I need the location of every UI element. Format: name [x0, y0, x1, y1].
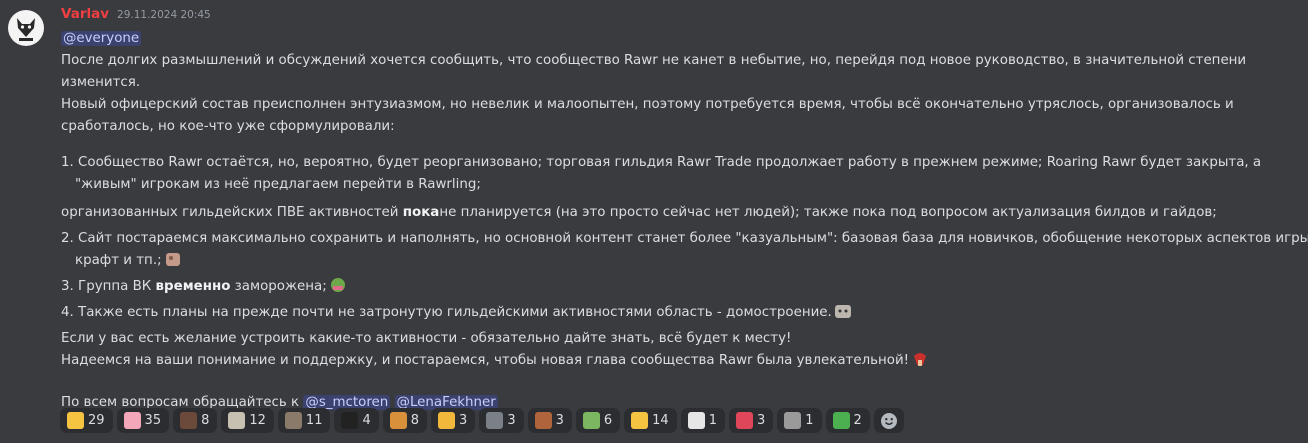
reaction-button[interactable]: 8: [173, 408, 218, 433]
reaction-button[interactable]: 2: [825, 408, 870, 433]
reaction-button[interactable]: 1: [680, 408, 725, 433]
reaction-button[interactable]: 35: [116, 408, 170, 433]
list-item-cont: "живым" игрокам из неё предлагаем перейт…: [75, 177, 481, 192]
reaction-count: 2: [853, 413, 862, 428]
game-icon: [389, 412, 407, 429]
reaction-count: 29: [88, 413, 105, 428]
paragraph: Если у вас есть желание устроить какие-т…: [61, 331, 792, 346]
custom-emoji-icon[interactable]: [911, 350, 929, 368]
party-popper-icon: [735, 412, 753, 429]
reactions-bar: 29 35 8 12 11 4 8 3 3 3 6 14 1 3 1 2: [60, 408, 904, 433]
paragraph: После долгих размышлений и обсуждений хо…: [61, 53, 1247, 68]
reaction-count: 3: [507, 413, 516, 428]
reaction-button[interactable]: 11: [277, 408, 331, 433]
paragraph: Новый офицерский состав преисполнен энту…: [61, 97, 1234, 112]
reaction-button[interactable]: 3: [728, 408, 774, 433]
author-avatar[interactable]: [8, 10, 44, 46]
anime-girl-icon: [180, 412, 198, 429]
custom-emoji-icon[interactable]: [164, 250, 182, 268]
smiley-icon: [880, 412, 897, 429]
reaction-button[interactable]: 12: [221, 408, 274, 433]
list-item: 1. Сообщество Rawr остаётся, но, вероятн…: [61, 155, 1262, 170]
paragraph: изменится.: [61, 75, 141, 90]
heart-icon: [123, 412, 141, 429]
bold-text: пока: [402, 205, 440, 220]
bold-text: временно: [155, 279, 231, 294]
custom-emoji-icon[interactable]: [834, 302, 852, 320]
cat-face-icon: [438, 412, 456, 429]
list-item: 3. Группа ВК временно заморожена;: [61, 276, 1301, 302]
black-cat-icon: [341, 412, 359, 429]
reaction-count: 4: [362, 413, 371, 428]
reaction-button[interactable]: 1: [777, 408, 822, 433]
thumbs-up-icon: [631, 412, 649, 429]
cat-icon: [228, 412, 246, 429]
reaction-button[interactable]: 6: [575, 408, 621, 433]
list-item-cont: крафт и тп.;: [61, 250, 1301, 276]
face-icon: [534, 412, 552, 429]
list-item-cont: организованных гильдейских ПВЕ активност…: [61, 202, 1301, 224]
figure-icon: [784, 412, 802, 429]
author-name[interactable]: Varlav: [61, 6, 109, 22]
reaction-button[interactable]: 3: [431, 408, 476, 433]
reaction-count: 3: [555, 413, 564, 428]
custom-emoji-icon[interactable]: [329, 276, 347, 294]
text-span: 3. Группа ВК: [61, 279, 156, 294]
text-span: не планируется (на это просто сейчас нет…: [439, 205, 1217, 220]
reaction-count: 6: [603, 413, 613, 428]
message-header: Varlav 29.11.2024 20:45: [61, 6, 1301, 28]
timestamp[interactable]: 29.11.2024 20:45: [117, 9, 211, 21]
list-item: 4. Также есть планы на прежде почти не з…: [61, 302, 1301, 328]
message: Varlav 29.11.2024 20:45 @everyone После …: [61, 6, 1308, 414]
reaction-count: 1: [708, 413, 717, 428]
reaction-button[interactable]: 14: [624, 408, 677, 433]
reaction-count: 8: [410, 413, 420, 428]
reaction-count: 14: [652, 413, 669, 428]
reaction-button[interactable]: 8: [382, 408, 428, 433]
text-span: организованных гильдейских ПВЕ активност…: [61, 205, 403, 220]
reaction-button[interactable]: 3: [527, 408, 572, 433]
text-span: 4. Также есть планы на прежде почти не з…: [61, 305, 832, 320]
wolf-logo-icon: [9, 11, 43, 45]
cat-photo-icon: [284, 412, 302, 429]
check-mark-icon: [832, 412, 850, 429]
paragraph: сработалось, но кое-что уже сформулирова…: [61, 119, 395, 134]
reaction-button[interactable]: 29: [60, 408, 113, 433]
message-body: @everyone После долгих размышлений и обс…: [61, 28, 1308, 414]
add-reaction-button[interactable]: [873, 408, 904, 433]
reaction-button[interactable]: 3: [479, 408, 524, 433]
reaction-count: 8: [201, 413, 210, 428]
reaction-count: 3: [459, 413, 468, 428]
house-icon: [582, 412, 600, 429]
reaction-count: 1: [805, 413, 814, 428]
sparkles-icon: [67, 412, 84, 429]
reaction-count: 35: [144, 413, 162, 428]
photo-icon: [486, 412, 504, 429]
text-span: Надеемся на ваши понимание и поддержку, …: [61, 353, 910, 368]
reaction-button[interactable]: 4: [334, 408, 379, 433]
paragraph: Надеемся на ваши понимание и поддержку, …: [61, 350, 1301, 376]
list-item: 2. Сайт постараемся максимально сохранит…: [61, 231, 1308, 246]
reaction-count: 11: [305, 413, 323, 428]
reaction-count: 3: [756, 413, 766, 428]
rabbit-icon: [687, 412, 705, 429]
text-span: заморожена;: [230, 279, 327, 294]
reaction-count: 12: [249, 413, 266, 428]
everyone-mention[interactable]: @everyone: [61, 31, 142, 46]
text-span: крафт и тп.;: [75, 253, 162, 268]
